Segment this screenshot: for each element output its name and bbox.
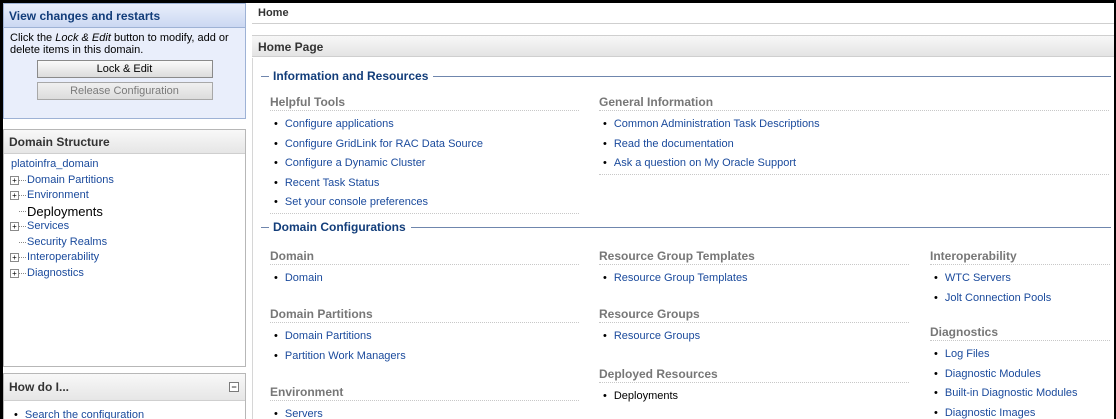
tree-item-label[interactable]: Diagnostics	[26, 266, 84, 282]
diagnostics-group: Diagnostics Log FilesDiagnostic ModulesB…	[930, 324, 1110, 419]
link-item[interactable]: Diagnostic Images	[930, 404, 1110, 419]
deployed-resources-title: Deployed Resources	[599, 366, 909, 383]
general-information-group: General Information Common Administratio…	[599, 94, 1109, 175]
resource-group-templates-title: Resource Group Templates	[599, 248, 909, 265]
expand-icon[interactable]: +	[10, 253, 19, 263]
helpful-tools-group: Helpful Tools Configure applicationsConf…	[270, 94, 579, 214]
link-item[interactable]: Resource Group Templates	[599, 269, 909, 289]
tree-item-label[interactable]: Deployments	[26, 204, 103, 220]
page-title: Home Page	[252, 35, 1114, 57]
domain-group: Domain Domain	[270, 248, 579, 289]
expand-icon[interactable]: +	[10, 222, 19, 232]
change-center-instructions: Click the Lock & Edit button to modify, …	[4, 28, 245, 56]
instructions-emphasis: Lock & Edit	[55, 32, 111, 44]
link-item[interactable]: Partition Work Managers	[270, 347, 579, 367]
information-section-title: Information and Resources	[273, 69, 429, 83]
how-do-i-link[interactable]: Search the configuration	[14, 409, 245, 419]
tree-root-label[interactable]: platoinfra_domain	[10, 157, 98, 173]
diagnostics-title: Diagnostics	[930, 324, 1110, 341]
domain-list: Domain	[270, 269, 579, 289]
breadcrumb[interactable]: Home	[252, 3, 1114, 24]
environment-title: Environment	[270, 384, 579, 401]
release-configuration-button[interactable]: Release Configuration	[36, 82, 213, 100]
domain-group-title: Domain	[270, 248, 579, 265]
link-item[interactable]: Common Administration Task Descriptions	[599, 115, 1109, 135]
how-do-i-panel: How do I... − Search the configuration	[3, 373, 246, 419]
tree-item[interactable]: Security Realms	[10, 235, 245, 251]
left-panel: View changes and restarts Click the Lock…	[3, 3, 246, 419]
domain-configurations-title: Domain Configurations	[273, 220, 406, 234]
interoperability-list: WTC ServersJolt Connection Pools	[930, 269, 1110, 308]
link-item[interactable]: Configure GridLink for RAC Data Source	[270, 135, 579, 155]
domain-partitions-group: Domain Partitions Domain PartitionsParti…	[270, 306, 579, 366]
instructions-text: Click the	[10, 32, 56, 44]
home-content: Information and Resources Helpful Tools …	[252, 58, 1114, 419]
tree-item[interactable]: + Services	[10, 219, 245, 235]
tree-item-label[interactable]: Interoperability	[26, 250, 99, 266]
resource-group-templates-group: Resource Group Templates Resource Group …	[599, 248, 909, 289]
link-item[interactable]: Jolt Connection Pools	[930, 289, 1110, 309]
tree-items: + Domain Partitions + Environment Deployment…	[10, 173, 245, 282]
resource-groups-list: Resource Groups	[599, 327, 909, 347]
general-information-title: General Information	[599, 94, 1109, 111]
information-section-header: Information and Resources	[261, 69, 1111, 83]
domain-tree: platoinfra_domain + Domain Partitions + Env…	[4, 154, 245, 281]
link-item[interactable]: Configure a Dynamic Cluster	[270, 154, 579, 174]
environment-group: Environment Servers	[270, 384, 579, 419]
general-information-list: Common Administration Task DescriptionsR…	[599, 115, 1109, 175]
link-item[interactable]: Resource Groups	[599, 327, 909, 347]
how-do-i-header: How do I... −	[4, 374, 245, 401]
expand-icon[interactable]: +	[10, 175, 19, 185]
link-item[interactable]: Domain	[270, 269, 579, 289]
lock-edit-button[interactable]: Lock & Edit	[36, 60, 213, 78]
expand-icon[interactable]: +	[10, 191, 19, 201]
domain-structure-title: Domain Structure	[4, 130, 245, 154]
tree-item[interactable]: Deployments	[10, 204, 245, 220]
change-center-title: View changes and restarts	[4, 4, 245, 28]
link-item[interactable]: WTC Servers	[930, 269, 1110, 289]
helpful-tools-list: Configure applicationsConfigure GridLink…	[270, 115, 579, 214]
link-item[interactable]: Log Files	[930, 345, 1110, 365]
interoperability-group: Interoperability WTC ServersJolt Connect…	[930, 248, 1110, 308]
domain-partitions-list: Domain PartitionsPartition Work Managers	[270, 327, 579, 366]
tree-item-label[interactable]: Environment	[26, 188, 89, 204]
link-item[interactable]: Ask a question on My Oracle Support	[599, 154, 1109, 174]
diagnostics-list: Log FilesDiagnostic ModulesBuilt-in Diag…	[930, 345, 1110, 419]
tree-item[interactable]: + Interoperability	[10, 250, 245, 266]
link-item[interactable]: Built-in Diagnostic Modules	[930, 384, 1110, 404]
link-item[interactable]: Recent Task Status	[270, 174, 579, 194]
domain-structure-panel: Domain Structure platoinfra_domain + Doma…	[3, 129, 246, 367]
deployed-resources-group: Deployed Resources Deployments	[599, 366, 909, 407]
tree-item[interactable]: + Environment	[10, 188, 245, 204]
tree-item-label[interactable]: Security Realms	[26, 235, 107, 251]
tree-item-label[interactable]: Services	[26, 219, 69, 235]
tree-item[interactable]: + Domain Partitions	[10, 173, 245, 189]
environment-list: Servers	[270, 405, 579, 419]
main-panel: Home Home Page Information and Resources…	[252, 3, 1114, 419]
link-item[interactable]: Diagnostic Modules	[930, 365, 1110, 385]
domain-configurations-header: Domain Configurations	[261, 220, 1111, 234]
deployed-resources-list: Deployments	[599, 387, 909, 407]
helpful-tools-title: Helpful Tools	[270, 94, 579, 111]
link-item[interactable]: Servers	[270, 405, 579, 419]
link-item[interactable]: Deployments	[599, 387, 909, 407]
collapse-icon[interactable]: −	[229, 382, 239, 392]
expand-icon[interactable]: +	[10, 268, 19, 278]
tree-root[interactable]: platoinfra_domain	[10, 157, 245, 173]
change-center-panel: View changes and restarts Click the Lock…	[3, 3, 246, 119]
link-item[interactable]: Domain Partitions	[270, 327, 579, 347]
resource-groups-group: Resource Groups Resource Groups	[599, 306, 909, 347]
domain-partitions-title: Domain Partitions	[270, 306, 579, 323]
link-item[interactable]: Read the documentation	[599, 135, 1109, 155]
link-item[interactable]: Configure applications	[270, 115, 579, 135]
interoperability-title: Interoperability	[930, 248, 1110, 265]
tree-item[interactable]: + Diagnostics	[10, 266, 245, 282]
resource-groups-title: Resource Groups	[599, 306, 909, 323]
tree-item-label[interactable]: Domain Partitions	[26, 173, 114, 189]
resource-group-templates-list: Resource Group Templates	[599, 269, 909, 289]
how-do-i-title: How do I...	[9, 380, 69, 394]
link-item[interactable]: Set your console preferences	[270, 193, 579, 213]
how-do-i-list: Search the configuration	[4, 401, 245, 419]
